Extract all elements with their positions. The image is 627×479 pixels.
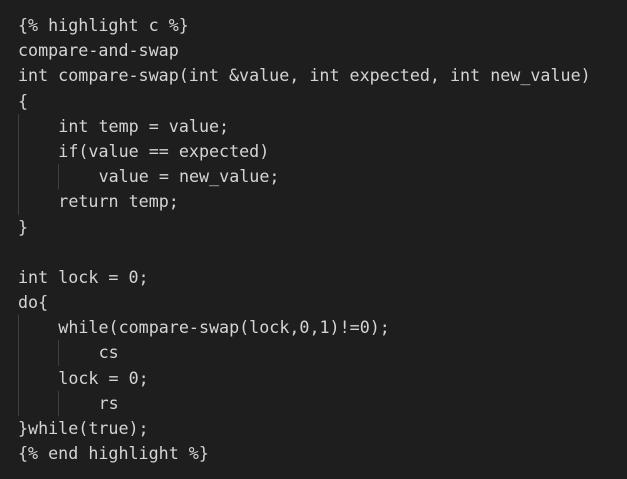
code-line[interactable]: {% end highlight %}: [18, 441, 627, 466]
indent-guide: [18, 189, 19, 215]
code-line[interactable]: int temp = value;: [18, 113, 627, 139]
indent-guide: [58, 390, 60, 416]
code-text: {% end highlight %}: [18, 443, 209, 464]
indent-guide: [18, 138, 19, 165]
code-text: }while(true);: [18, 418, 149, 438]
code-line[interactable]: rs: [18, 390, 627, 416]
code-line[interactable]: cs: [18, 340, 627, 366]
indent-guide: [18, 365, 19, 391]
code-text: {% highlight c %}: [18, 15, 189, 35]
code-line[interactable]: }: [18, 215, 627, 240]
code-line[interactable]: do{: [18, 290, 627, 315]
code-line[interactable]: [18, 240, 627, 265]
indent-guide: [18, 340, 19, 366]
code-text: int lock = 0;: [18, 266, 149, 287]
code-line[interactable]: }while(true);: [18, 416, 627, 441]
code-line[interactable]: int compare-swap(int &value, int expecte…: [18, 63, 627, 88]
code-text: do{: [18, 292, 49, 313]
code-text: int compare-swap(int &value, int expecte…: [18, 65, 591, 86]
code-line[interactable]: if(value == expected): [18, 138, 627, 165]
code-text: int temp = value;: [58, 115, 230, 136]
indent-guide: [18, 113, 19, 139]
indent-guide: [58, 340, 60, 366]
indent-guide: [58, 164, 60, 190]
code-text: if(value == expected): [58, 140, 270, 161]
code-text: while(compare-swap(lock,0,1)!=0);: [58, 317, 390, 338]
code-text: cs: [98, 342, 119, 363]
code-text: compare-and-swap: [18, 40, 179, 61]
code-line[interactable]: {% highlight c %}: [18, 13, 627, 38]
code-line[interactable]: compare-and-swap: [18, 38, 627, 63]
indent-guide: [18, 164, 19, 190]
code-text: return temp;: [58, 191, 179, 212]
code-editor[interactable]: {% highlight c %} compare-and-swap int com…: [0, 0, 627, 466]
code-text: }: [18, 216, 29, 237]
code-text: lock = 0;: [58, 367, 149, 388]
code-text: rs: [98, 392, 119, 413]
code-text: value = new_value;: [98, 166, 280, 187]
code-line[interactable]: while(compare-swap(lock,0,1)!=0);: [18, 315, 627, 341]
indent-guide: [18, 390, 19, 416]
code-text: {: [18, 90, 29, 111]
code-line[interactable]: int lock = 0;: [18, 265, 627, 290]
indent-guide: [18, 315, 19, 341]
code-line[interactable]: return temp;: [18, 189, 627, 215]
code-line[interactable]: lock = 0;: [18, 365, 627, 391]
code-line[interactable]: {: [18, 89, 627, 114]
code-line[interactable]: value = new_value;: [18, 164, 627, 190]
